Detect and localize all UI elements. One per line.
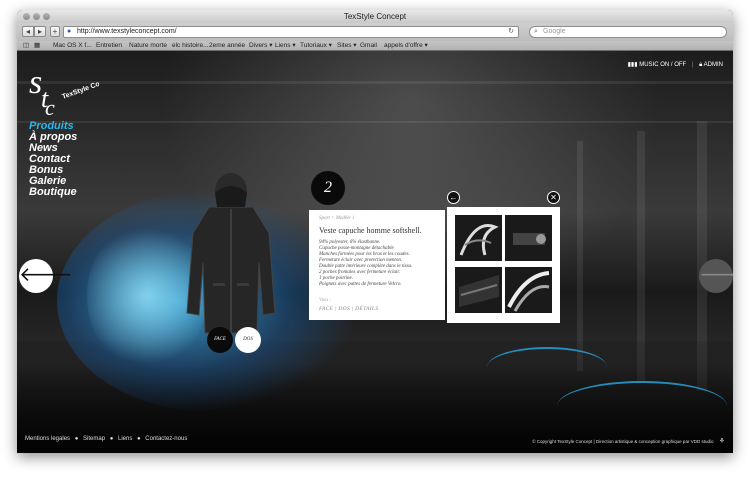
lock-icon: 🔒︎ bbox=[699, 62, 703, 68]
detail-thumbnail[interactable] bbox=[455, 267, 502, 313]
previous-arrow-button[interactable]: 🡐 bbox=[19, 259, 73, 293]
svg-text:c: c bbox=[45, 95, 55, 115]
forward-arrow-icon: ▸ bbox=[37, 27, 42, 36]
reload-icon[interactable]: ↻ bbox=[508, 27, 514, 37]
ceiling-beam bbox=[17, 81, 733, 84]
detail-thumbnails-panel bbox=[447, 207, 560, 323]
search-icon: ⌕ bbox=[534, 28, 538, 35]
main-menu: Produits À propos News Contact Bonus Gal… bbox=[29, 121, 77, 198]
search-field[interactable]: ⌕ Google bbox=[529, 26, 727, 38]
previous-detail-button[interactable]: ← bbox=[447, 191, 460, 204]
admin-link[interactable]: ADMIN bbox=[704, 62, 723, 68]
back-button[interactable]: ◂ bbox=[22, 26, 34, 37]
copyright-text: © Copyright TexStyle Concept | Direction… bbox=[532, 439, 714, 444]
window-title: TexStyle Concept bbox=[343, 12, 407, 21]
slide-number-badge: 2 bbox=[311, 171, 345, 205]
browser-window: TexStyle Concept ◂ ▸ + ● http://www.texs… bbox=[17, 10, 733, 453]
detail-thumbnail[interactable] bbox=[505, 267, 552, 313]
arrow-left-icon: 🡐 bbox=[19, 264, 73, 286]
bookmark-elc-histoire[interactable]: elc histoire... bbox=[172, 41, 209, 51]
product-title: Veste capuche homme softshell. bbox=[319, 226, 422, 235]
bookmark-2eme-annee[interactable]: 2eme année bbox=[209, 41, 245, 51]
description-line: Poignets avec pattes de fermeture Velcro… bbox=[319, 282, 402, 287]
zoom-window-button[interactable] bbox=[43, 13, 50, 20]
jacket-image bbox=[186, 173, 276, 334]
face-view-button[interactable]: FACE bbox=[207, 327, 233, 353]
footer-link-liens[interactable]: Liens bbox=[118, 436, 132, 442]
top-right-controls: ▮▮▮ MUSIC ON / OFF | 🔒︎ ADMIN bbox=[627, 62, 723, 68]
pillar bbox=[577, 141, 583, 371]
bookmark-mac-os[interactable]: Mac OS X f... bbox=[53, 41, 92, 51]
close-detail-button[interactable]: ✕ bbox=[547, 191, 560, 204]
bookmark-liens[interactable]: Liens ▾ bbox=[275, 41, 296, 51]
site-favicon-icon: ● bbox=[67, 28, 72, 35]
views-links[interactable]: FACE | DOS | DÉTAILS bbox=[319, 306, 378, 312]
bookmark-nature-morte[interactable]: Nature morte bbox=[129, 41, 167, 51]
detail-thumbnail[interactable] bbox=[455, 215, 502, 261]
close-icon: ✕ bbox=[550, 193, 557, 202]
copyright: © Copyright TexStyle Concept | Direction… bbox=[532, 437, 725, 445]
bookmark-entretien[interactable]: Entretien bbox=[96, 41, 122, 51]
back-arrow-icon: ◂ bbox=[25, 27, 30, 36]
texstyle-logo: s t c TexStyle Concept bbox=[29, 64, 99, 115]
url-text: http://www.texstyleconcept.com/ bbox=[77, 28, 177, 35]
music-toggle[interactable]: MUSIC ON / OFF bbox=[639, 62, 686, 68]
browser-toolbar: ◂ ▸ + ● http://www.texstyleconcept.com/ … bbox=[17, 23, 733, 41]
product-card: Sport > Modèle 1 Veste capuche homme sof… bbox=[309, 210, 445, 320]
footer-link-contact[interactable]: Contactez-nous bbox=[145, 436, 187, 442]
views-label: Vues : bbox=[319, 298, 332, 303]
forward-button[interactable]: ▸ bbox=[34, 26, 46, 37]
bookmark-gmail[interactable]: Gmail bbox=[360, 41, 377, 51]
arrow-left-icon: ← bbox=[449, 193, 458, 202]
footer-link-mentions[interactable]: Mentions legales bbox=[25, 436, 70, 442]
title-bar: TexStyle Concept bbox=[17, 10, 733, 23]
footer-link-sitemap[interactable]: Sitemap bbox=[83, 436, 105, 442]
next-arrow-button[interactable]: 🡒 bbox=[699, 259, 733, 293]
search-placeholder: Google bbox=[543, 28, 566, 35]
plus-icon: + bbox=[52, 27, 58, 36]
menu-item-boutique[interactable]: Boutique bbox=[29, 187, 77, 198]
light-streak bbox=[487, 347, 607, 387]
breadcrumb[interactable]: Sport > Modèle 1 bbox=[319, 216, 354, 221]
ceiling-beam bbox=[17, 121, 733, 123]
bookmarks-bar: ◫ ▦ Mac OS X f... Entretien Nature morte… bbox=[17, 41, 733, 51]
close-window-button[interactable] bbox=[23, 13, 30, 20]
back-view-button[interactable]: DOS bbox=[235, 327, 261, 353]
bookmark-appels-doffre[interactable]: appels d'offre ▾ bbox=[384, 41, 428, 51]
minimize-window-button[interactable] bbox=[33, 13, 40, 20]
bookmark-divers[interactable]: Divers ▾ bbox=[249, 41, 273, 51]
arrow-right-icon: 🡒 bbox=[699, 264, 733, 286]
footer-links: Mentions legales ● Sitemap ● Liens ● Con… bbox=[25, 436, 188, 442]
address-bar[interactable]: ● http://www.texstyleconcept.com/ ↻ bbox=[63, 26, 519, 38]
product-description: 94% polyester, 6% élasthanne. Capuche po… bbox=[319, 240, 439, 288]
equalizer-icon: ▮▮▮ bbox=[627, 62, 638, 68]
bookmark-tutoriaux[interactable]: Tutoriaux ▾ bbox=[300, 41, 332, 51]
add-bookmark-button[interactable]: + bbox=[50, 26, 60, 37]
detail-thumbnail[interactable] bbox=[505, 215, 552, 261]
studio-logo-icon: ⚘ bbox=[718, 438, 725, 445]
top-sites-icon[interactable]: ▦ bbox=[34, 41, 40, 51]
bookmark-sites[interactable]: Sites ▾ bbox=[337, 41, 357, 51]
page-viewport: s t c TexStyle Concept Produits À propos… bbox=[17, 51, 733, 453]
logo-text: TexStyle Concept bbox=[61, 74, 99, 101]
reading-list-icon[interactable]: ◫ bbox=[23, 41, 29, 51]
light-streak bbox=[557, 381, 727, 431]
